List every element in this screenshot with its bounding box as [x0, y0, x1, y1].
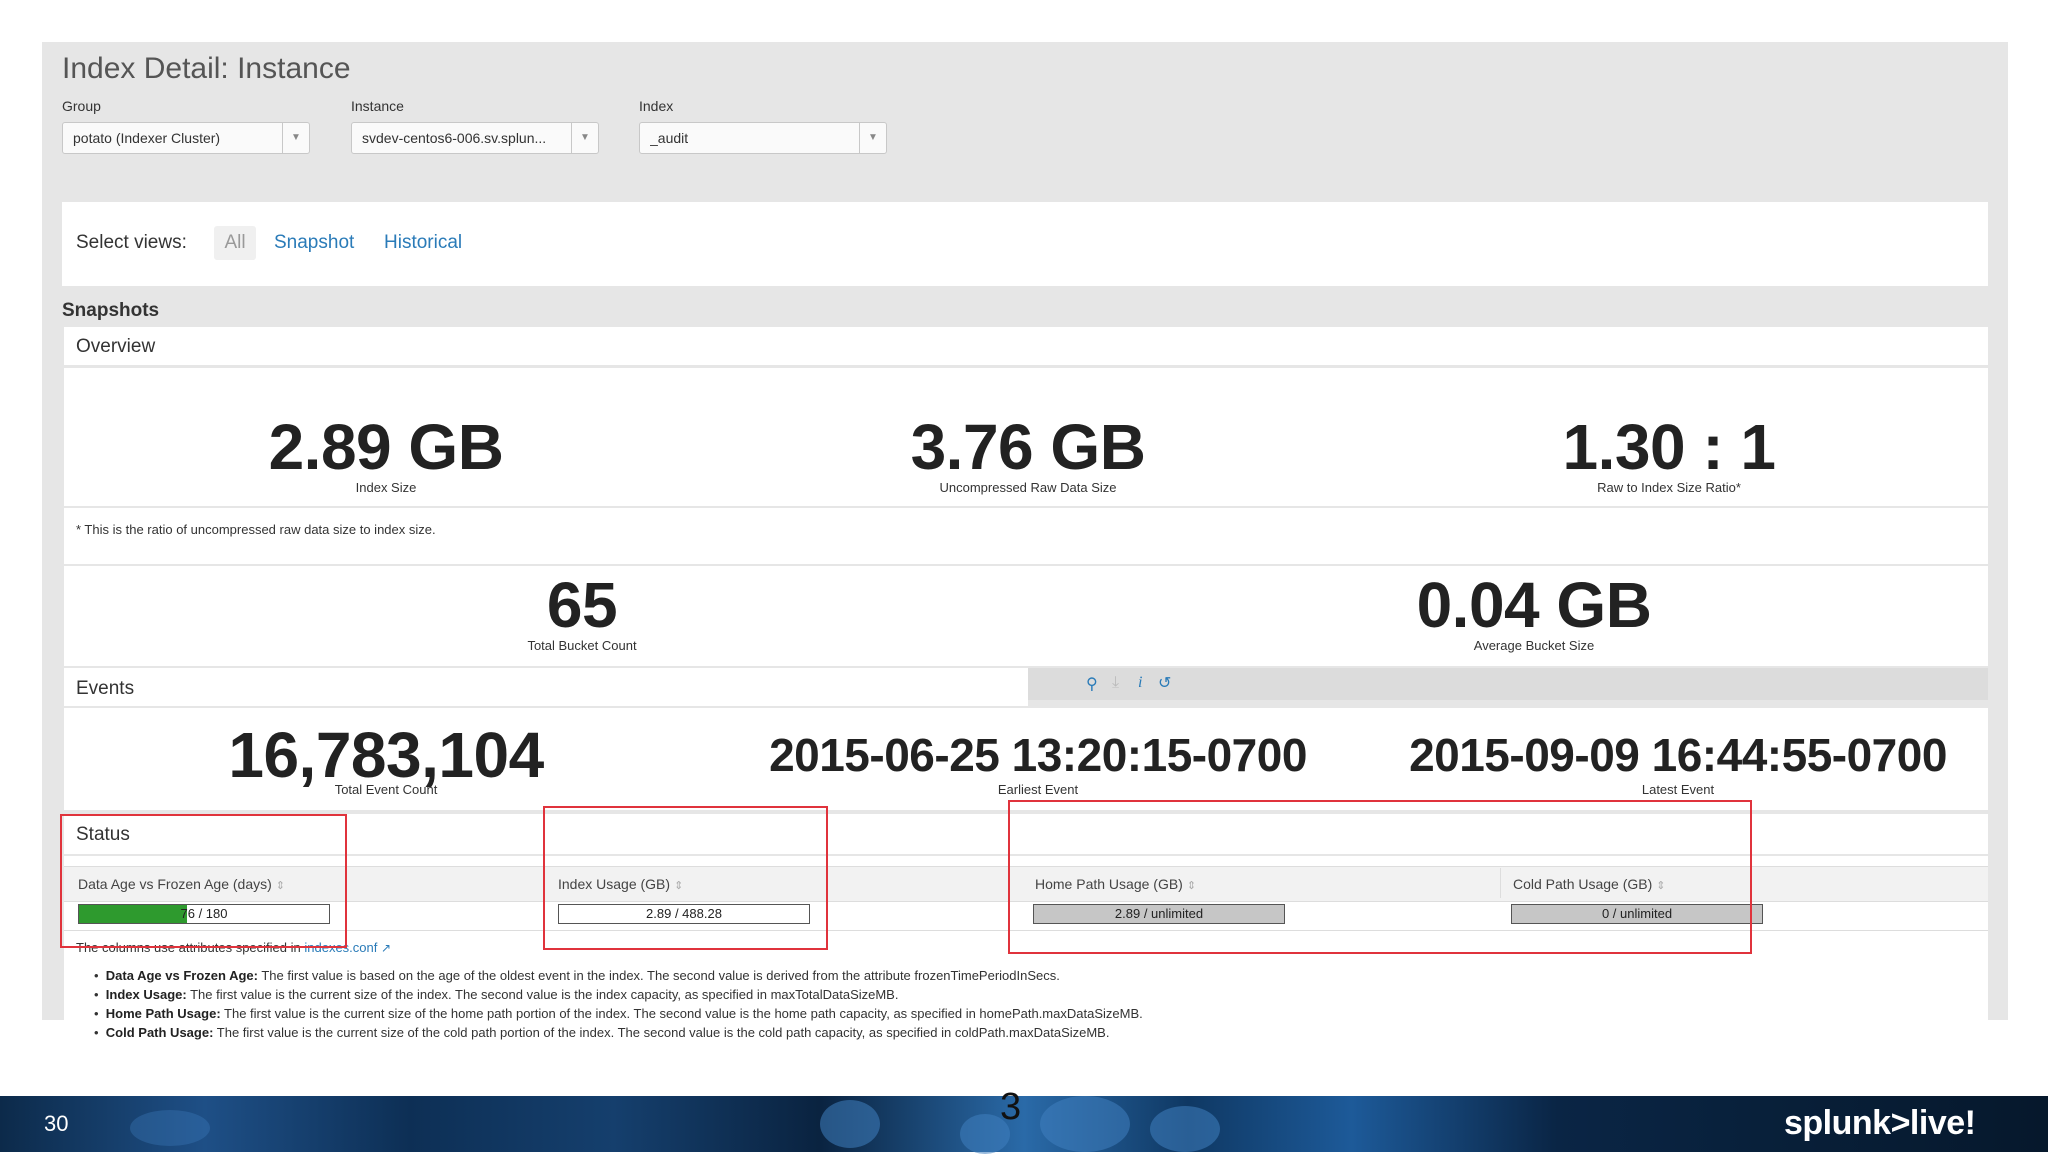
earliest-event-caption: Earliest Event: [997, 782, 1079, 797]
chevron-down-icon: ▼: [571, 123, 598, 153]
bullet-term: Data Age vs Frozen Age:: [105, 968, 258, 983]
instance-label: Instance: [351, 98, 404, 114]
highlight-path-usage: [1008, 800, 1752, 954]
earliest-event-value: 2015-06-25 13:20:15-0700: [769, 729, 1307, 781]
ratio-footnote-row: * This is the ratio of uncompressed raw …: [64, 508, 1988, 564]
bullet-cold-path: • Cold Path Usage: The first value is th…: [94, 1025, 1110, 1040]
search-icon[interactable]: ⚲: [1086, 674, 1098, 694]
overview-stats-row: 2.89 GB Index Size 3.76 GB Uncompressed …: [64, 368, 1988, 506]
chevron-down-icon: ▼: [282, 123, 309, 153]
snapshots-heading: Snapshots: [62, 300, 160, 321]
bullet-term: Home Path Usage:: [105, 1006, 221, 1021]
index-detail-panel: Index Detail: Instance Group potato (Ind…: [42, 42, 2008, 1040]
latest-event-value: 2015-09-09 16:44:55-0700: [1409, 729, 1947, 781]
center-number: 3: [1000, 1086, 1022, 1128]
instance-select-value: svdev-centos6-006.sv.splun...: [362, 130, 547, 146]
bullet-text: The first value is the current size of t…: [190, 987, 899, 1002]
index-label: Index: [639, 98, 674, 114]
index-select-value: _audit: [650, 130, 689, 146]
total-events-caption: Total Event Count: [334, 782, 438, 797]
decorative-blob: [1150, 1106, 1220, 1152]
bullet-term: Cold Path Usage:: [105, 1025, 214, 1040]
bullet-index-usage: • Index Usage: The first value is the cu…: [94, 987, 899, 1002]
avg-bucket-value: 0.04 GB: [1416, 569, 1652, 641]
decorative-blob: [820, 1100, 880, 1148]
events-header: Events: [64, 668, 1028, 706]
total-events-value: 16,783,104: [228, 719, 544, 791]
raw-size-caption: Uncompressed Raw Data Size: [939, 480, 1117, 495]
refresh-icon[interactable]: ↺: [1158, 673, 1171, 693]
bullet-text: The first value is the current size of t…: [224, 1006, 1143, 1021]
index-select[interactable]: _audit ▼: [639, 122, 887, 154]
view-snapshot-link[interactable]: Snapshot: [274, 232, 354, 254]
panel-toolbar: ⚲ ⤓ i ↺: [1028, 668, 1988, 700]
ratio-footnote: * This is the ratio of uncompressed raw …: [76, 522, 436, 537]
decorative-blob: [1040, 1096, 1130, 1152]
bucket-count-value: 65: [546, 569, 618, 641]
select-views-label: Select views:: [76, 232, 187, 253]
bullet-text: The first value is the current size of t…: [216, 1025, 1110, 1040]
chevron-down-icon: ▼: [859, 123, 886, 153]
info-icon[interactable]: i: [1138, 674, 1142, 692]
bullet-data-age: • Data Age vs Frozen Age: The first valu…: [94, 968, 1060, 983]
group-select[interactable]: potato (Indexer Cluster) ▼: [62, 122, 310, 154]
highlight-data-age: [60, 814, 347, 948]
raw-size-value: 3.76 GB: [910, 411, 1146, 483]
slide-number: 30: [44, 1111, 69, 1136]
latest-event-caption: Latest Event: [1641, 782, 1715, 797]
external-link-icon: ↗: [380, 941, 392, 955]
index-size-value: 2.89 GB: [268, 411, 504, 483]
select-views-bar: Select views: All Snapshot Historical: [62, 202, 1988, 286]
export-icon[interactable]: ⤓: [1112, 674, 1119, 692]
slide-footer: 30 3 splunk>live!: [0, 1086, 2048, 1154]
group-select-value: potato (Indexer Cluster): [73, 130, 221, 146]
decorative-blob: [130, 1110, 210, 1146]
events-label: Events: [76, 678, 135, 699]
ratio-caption: Raw to Index Size Ratio*: [1597, 480, 1741, 495]
instance-select[interactable]: svdev-centos6-006.sv.splun... ▼: [351, 122, 599, 154]
highlight-index-usage: [543, 806, 828, 950]
bullet-text: The first value is based on the age of t…: [261, 968, 1060, 983]
bucket-count-caption: Total Bucket Count: [527, 638, 637, 653]
bullet-home-path: • Home Path Usage: The first value is th…: [94, 1006, 1143, 1021]
ratio-value: 1.30 : 1: [1562, 411, 1776, 483]
avg-bucket-caption: Average Bucket Size: [1473, 638, 1595, 653]
page-title: Index Detail: Instance: [62, 52, 351, 85]
bullet-term: Index Usage:: [105, 987, 187, 1002]
overview-label: Overview: [76, 336, 156, 357]
events-stats-row: 16,783,104 Total Event Count 2015-06-25 …: [64, 708, 1988, 810]
bucket-stats-row: 65 Total Bucket Count 0.04 GB Average Bu…: [64, 566, 1988, 666]
view-historical-link[interactable]: Historical: [384, 232, 462, 254]
view-all-button[interactable]: All: [214, 226, 256, 260]
splunk-live-logo: splunk>live!: [1784, 1104, 1976, 1142]
overview-header: Overview: [64, 327, 1988, 365]
index-size-caption: Index Size: [355, 480, 417, 495]
group-label: Group: [62, 98, 101, 114]
